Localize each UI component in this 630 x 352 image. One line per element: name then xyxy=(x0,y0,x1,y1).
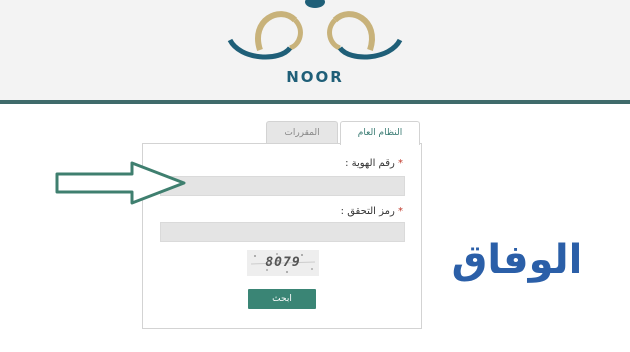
tab-courses[interactable]: المقررات xyxy=(266,121,338,144)
captcha-image: 8079 xyxy=(247,250,319,276)
noor-logo: NOOR xyxy=(220,0,410,96)
logo-text: NOOR xyxy=(286,68,344,86)
id-number-label: * رقم الهوية : xyxy=(345,158,403,169)
captcha-label-text: رمز التحقق : xyxy=(340,206,395,217)
header-divider xyxy=(0,100,630,104)
alwefaq-watermark: الوفاق xyxy=(451,237,583,283)
captcha-value: 8079 xyxy=(265,255,301,270)
captcha-input[interactable] xyxy=(160,222,405,242)
header: NOOR xyxy=(0,0,630,100)
search-button[interactable]: ابحث xyxy=(248,289,316,309)
captcha-label: * رمز التحقق : xyxy=(341,206,403,217)
id-number-label-text: رقم الهوية : xyxy=(345,158,395,169)
noor-emblem-icon xyxy=(227,0,403,60)
tab-general-system[interactable]: النظام العام xyxy=(340,121,420,145)
required-marker: * xyxy=(398,206,403,217)
right-arrow-icon xyxy=(55,161,186,205)
required-marker: * xyxy=(398,158,403,169)
id-number-input[interactable] xyxy=(160,176,405,196)
